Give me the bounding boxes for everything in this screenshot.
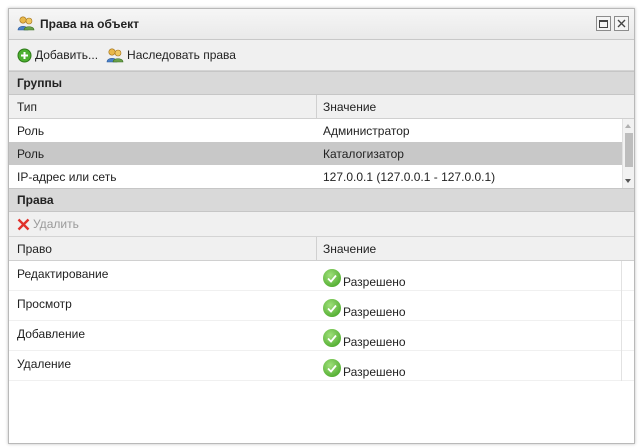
table-row[interactable]: IP-адрес или сеть 127.0.0.1 (127.0.0.1 -… [9, 165, 634, 188]
right-value-cell: Разрешено [317, 351, 634, 379]
delete-icon [17, 218, 30, 230]
main-toolbar: Добавить... Наследовать права [9, 40, 634, 71]
inherit-rights-label: Наследовать права [127, 48, 236, 62]
group-type-cell: Роль [17, 146, 45, 161]
table-row[interactable]: Добавление Разрешено [9, 321, 634, 351]
table-row[interactable]: Редактирование Разрешено [9, 261, 634, 291]
scroll-up-arrow-icon[interactable] [625, 124, 631, 128]
groups-grid-body: Роль Администратор Роль Каталогизатор IP… [9, 119, 634, 188]
check-icon [323, 329, 341, 347]
group-value-cell: 127.0.0.1 (127.0.0.1 - 127.0.0.1) [323, 169, 496, 184]
users-icon [106, 48, 124, 63]
group-type-cell: IP-адрес или сеть [17, 169, 117, 184]
group-type-cell: Роль [17, 123, 45, 138]
right-value-text: Разрешено [343, 365, 406, 379]
close-icon [617, 19, 626, 28]
check-icon [323, 269, 341, 287]
table-row[interactable]: Удаление Разрешено [9, 351, 634, 381]
right-value-text: Разрешено [343, 335, 406, 349]
rights-section-header: Права [9, 188, 634, 212]
right-name-cell: Редактирование [17, 267, 109, 281]
users-icon [17, 15, 35, 34]
rights-grid-header: Право Значение [9, 237, 634, 261]
add-button-label: Добавить... [35, 48, 99, 62]
groups-grid-header: Тип Значение [9, 95, 634, 119]
close-button[interactable] [614, 16, 629, 31]
inherit-rights-button[interactable]: Наследовать права [106, 47, 236, 63]
groups-column-type[interactable]: Тип [9, 95, 317, 118]
add-button[interactable]: Добавить... [17, 48, 98, 63]
check-icon [323, 359, 341, 377]
rights-column-value[interactable]: Значение [317, 237, 634, 260]
permissions-window: Права на объект Добавить... Наследовать … [8, 8, 635, 444]
right-name-cell: Удаление [17, 357, 72, 371]
groups-scrollbar[interactable] [622, 119, 634, 188]
rights-grid-body: Редактирование Разрешено Просмотр Разреш… [9, 261, 634, 381]
check-icon [323, 299, 341, 317]
rights-toolbar: Удалить [9, 212, 634, 237]
table-row-selected[interactable]: Роль Каталогизатор [9, 142, 634, 165]
table-row[interactable]: Роль Администратор [9, 119, 634, 142]
rights-column-right[interactable]: Право [9, 237, 317, 260]
scroll-down-arrow-icon[interactable] [625, 179, 631, 183]
delete-button-label: Удалить [33, 217, 79, 231]
group-value-cell: Каталогизатор [323, 146, 404, 161]
add-icon [17, 48, 32, 62]
table-row[interactable]: Просмотр Разрешено [9, 291, 634, 321]
group-value-cell: Администратор [323, 123, 410, 138]
right-value-cell: Разрешено [317, 261, 634, 289]
window-titlebar: Права на объект [9, 9, 634, 40]
rights-scroll-divider [621, 261, 622, 381]
right-value-cell: Разрешено [317, 291, 634, 319]
right-name-cell: Просмотр [17, 297, 72, 311]
groups-section-header: Группы [9, 71, 634, 95]
right-value-cell: Разрешено [317, 321, 634, 349]
right-value-text: Разрешено [343, 305, 406, 319]
window-title: Права на объект [40, 17, 139, 31]
restore-button[interactable] [596, 16, 611, 31]
right-value-text: Разрешено [343, 275, 406, 289]
groups-column-value[interactable]: Значение [317, 95, 634, 118]
scrollbar-thumb[interactable] [625, 133, 633, 167]
restore-icon [599, 19, 608, 28]
delete-button[interactable]: Удалить [17, 217, 79, 231]
right-name-cell: Добавление [17, 327, 85, 341]
